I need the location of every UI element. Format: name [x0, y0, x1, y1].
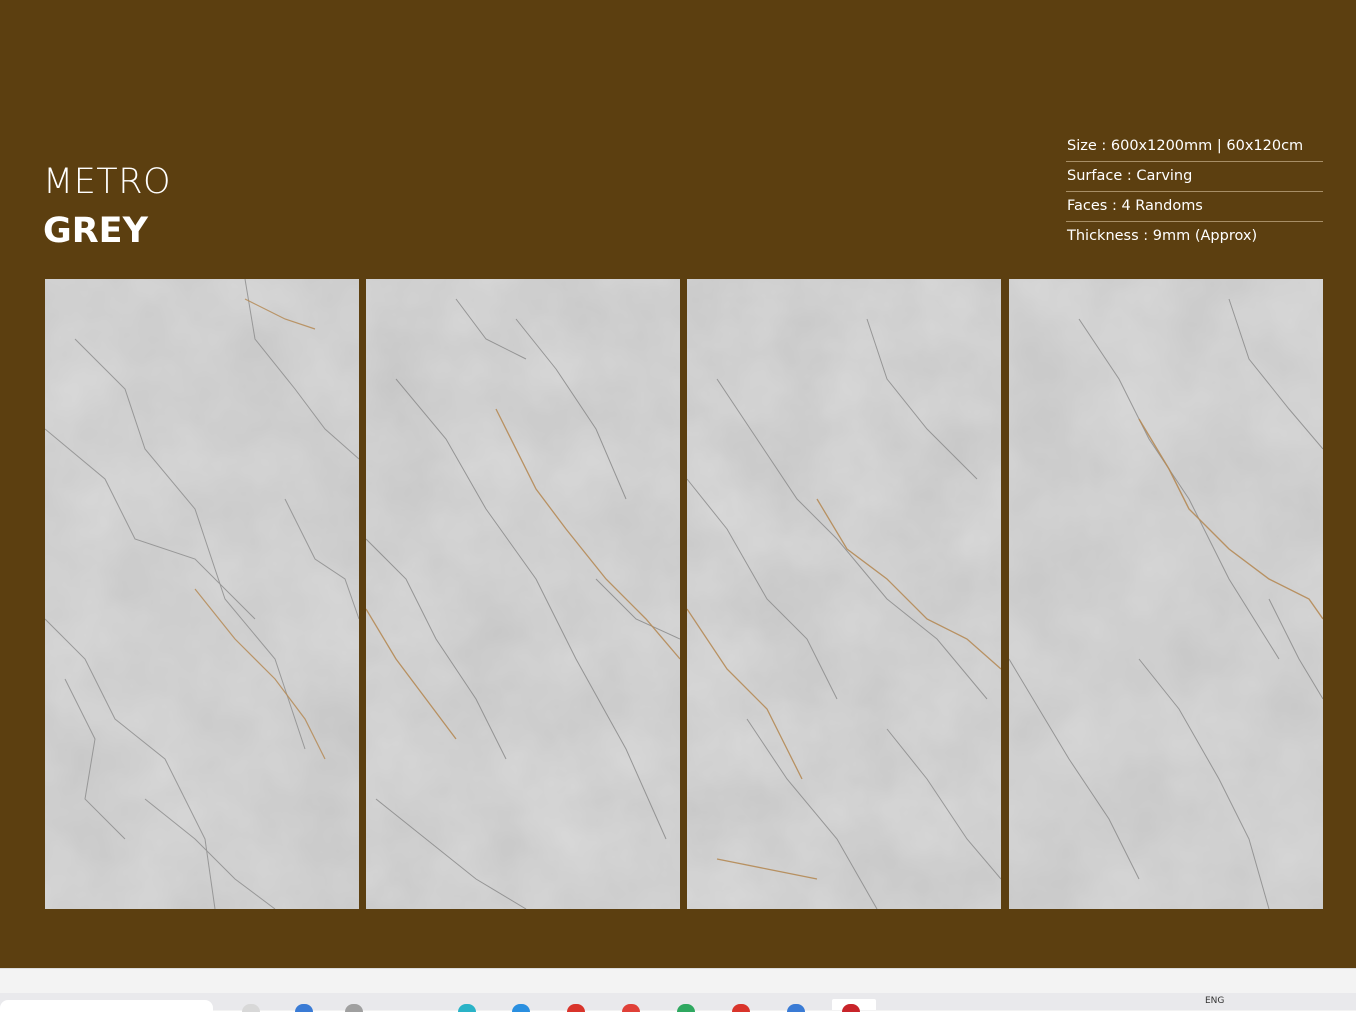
tile-face-4	[1009, 279, 1323, 909]
app-icon[interactable]	[242, 1004, 260, 1012]
app-icon[interactable]	[458, 1004, 476, 1012]
spec-thickness: Thickness : 9mm (Approx)	[1067, 228, 1258, 244]
app-icon[interactable]	[295, 1004, 313, 1012]
app-icon[interactable]	[787, 1004, 805, 1012]
spec-surface: Surface : Carving	[1066, 162, 1323, 192]
app-icon[interactable]	[345, 1004, 363, 1012]
tile-face-1	[45, 279, 359, 909]
tile-faces	[0, 279, 1356, 909]
app-icon[interactable]	[677, 1004, 695, 1012]
app-icon[interactable]	[567, 1004, 585, 1012]
marble-texture-2	[366, 279, 680, 909]
tile-face-2	[366, 279, 680, 909]
spec-size: Size : 600x1200mm | 60x120cm	[1066, 132, 1323, 162]
marble-texture-4	[1009, 279, 1323, 909]
product-name-line1: METRO	[43, 162, 172, 202]
tile-face-3	[687, 279, 1001, 909]
app-icon[interactable]	[842, 1004, 860, 1012]
app-icon[interactable]	[512, 1004, 530, 1012]
app-icon[interactable]	[622, 1004, 640, 1012]
taskbar: ENG	[0, 993, 1356, 1014]
spec-list: Size : 600x1200mm | 60x120cm Surface : C…	[1066, 132, 1323, 251]
language-indicator[interactable]: ENG	[1205, 996, 1224, 1006]
marble-texture-1	[45, 279, 359, 909]
app-icon[interactable]	[732, 1004, 750, 1012]
marble-texture-3	[687, 279, 1001, 909]
spec-faces: Faces : 4 Randoms	[1066, 192, 1323, 222]
catalog-page: METRO GREY Size : 600x1200mm | 60x120cm …	[0, 0, 1356, 968]
taskbar-search-box[interactable]	[0, 1000, 213, 1014]
product-name-line2: GREY	[43, 211, 148, 251]
